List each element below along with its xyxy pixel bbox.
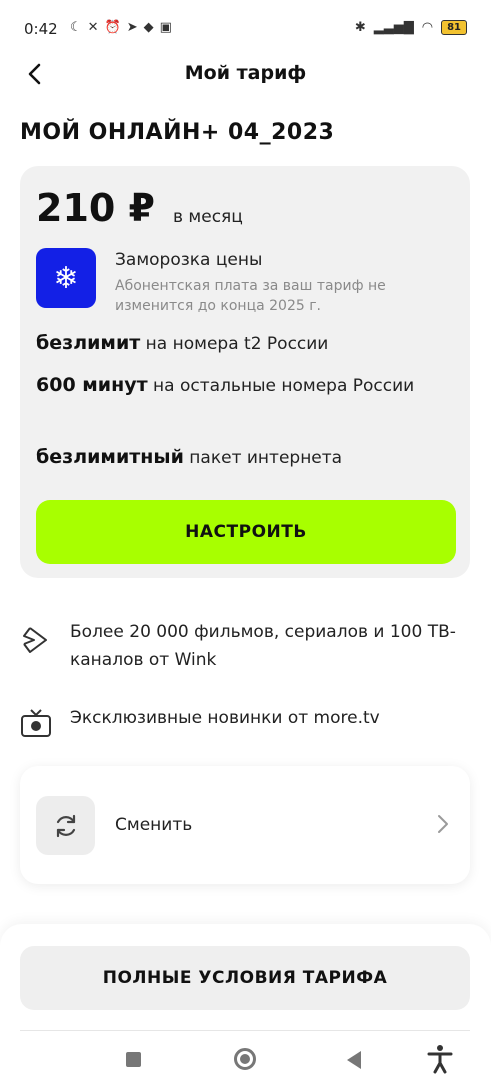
feature-item: безлимитный пакет интернета [36,444,456,472]
feature-item: безлимит на номера t2 России [36,330,456,358]
system-back-button[interactable] [347,1051,361,1069]
status-left-icons: ☾ ✕ ⏰ ➤ ◆ ▣ [70,20,172,35]
full-terms-button[interactable]: ПОЛНЫЕ УСЛОВИЯ ТАРИФА [20,946,470,1010]
change-label: Сменить [115,815,193,835]
alarm-icon: ⏰ [104,20,121,35]
feature-text: на номера t2 России [140,334,329,354]
accessibility-icon[interactable] [426,1044,454,1074]
feature-bold: безлимитный [36,446,184,468]
bluetooth-icon: ✱ [354,20,366,35]
price: 210 ₽ [36,186,155,230]
page-title: Мой тариф [184,62,307,84]
system-nav-bar [0,1034,491,1090]
change-tariff-card[interactable]: Сменить [20,766,470,884]
wifi-icon: ◠ [421,20,434,35]
app-icon: ▣ [159,20,172,35]
feature-item: 600 минут на остальные номера России [36,372,456,400]
moon-icon: ☾ [70,20,82,35]
battery-icon: 81 [441,20,467,35]
status-right-icons: ✱ ▂▃▅▇ ◠ 81 [355,20,467,35]
tv-icon [21,709,51,737]
freeze-title: Заморозка цены [115,250,263,270]
tariff-name: МОЙ ОНЛАЙН+ 04_2023 [20,120,335,145]
price-unit: в месяц [173,207,243,227]
freeze-description: Абонентская плата за ваш тариф не измени… [115,278,386,314]
extra-text: Эксклюзивные новинки от more.tv [70,708,380,728]
status-bar: 0:42 ☾ ✕ ⏰ ➤ ◆ ▣ ✱ ▂▃▅▇ ◠ 81 [0,0,491,58]
divider [20,1030,470,1031]
telegram-icon: ➤ [126,20,138,35]
feature-bold: безлимит [36,332,141,354]
wink-icon [23,627,47,653]
snowflake-icon: ❄ [36,248,96,308]
home-button[interactable] [234,1048,256,1070]
recents-button[interactable] [126,1052,141,1067]
mute-icon: ✕ [87,20,99,35]
feature-text: пакет интернета [183,448,343,468]
tariff-card: 210 ₽ в месяц ❄ Заморозка цены Абонентск… [20,166,470,578]
feature-text: на остальные номера России [147,376,415,396]
feature-bold: 600 минут [36,374,148,396]
header: Мой тариф [0,58,491,92]
refresh-icon [36,796,95,855]
status-time: 0:42 [24,20,58,38]
configure-button[interactable]: НАСТРОИТЬ [36,500,456,564]
extra-text: Более 20 000 фильмов, сериалов и 100 ТВ-… [70,622,456,670]
layers-icon: ◆ [143,20,154,35]
signal-icon: ▂▃▅▇ [373,20,414,35]
chevron-right-icon [438,815,448,833]
